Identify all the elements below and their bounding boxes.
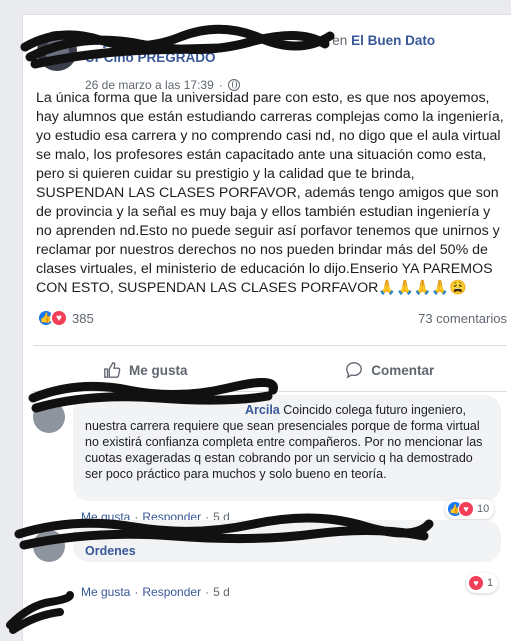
divider <box>33 391 507 392</box>
love-reaction-icon: ♥ <box>458 501 474 517</box>
comment-icon <box>346 362 363 379</box>
comment-actions: Me gusta · Responder · 5 d <box>81 585 230 599</box>
post-actions: Me gusta Comentar <box>23 353 511 387</box>
like-label: Me gusta <box>128 362 188 378</box>
reaction-count[interactable]: 385 <box>72 311 94 326</box>
comment-button[interactable]: Comentar <box>268 353 511 387</box>
comment-reaction-count: 10 <box>477 503 490 515</box>
author-avatar[interactable] <box>37 31 77 71</box>
comment-bubble: Ordenes <box>73 520 501 562</box>
divider <box>33 345 507 346</box>
comment-like-link[interactable]: Me gusta <box>81 585 130 599</box>
in-label: en <box>332 33 348 48</box>
comment-reply-link[interactable]: Responder <box>142 585 201 599</box>
author-name[interactable]: Nay <box>85 33 110 48</box>
comment-reaction-count: 1 <box>487 577 494 589</box>
comment-reactions[interactable]: 👍 ♥ 10 <box>445 499 495 519</box>
love-reaction-icon: ♥ <box>468 575 484 591</box>
post-card: Nay en El Buen Dato UPCino PREGRADO 26 d… <box>22 14 511 641</box>
love-reaction-icon[interactable]: ♥ <box>50 309 68 327</box>
group-name-line2[interactable]: UPCino PREGRADO <box>85 50 216 65</box>
author-line: Nay en El Buen Dato UPCino PREGRADO <box>85 32 505 66</box>
thumbs-up-icon <box>104 362 121 378</box>
like-button[interactable]: Me gusta <box>23 353 268 387</box>
group-name[interactable]: El Buen Dato <box>351 33 435 48</box>
comment-avatar[interactable] <box>33 401 65 433</box>
comment-item: Arcila Coincido colega futuro ingeniero,… <box>33 395 508 525</box>
comment-bubble: Arcila Coincido colega futuro ingeniero,… <box>73 395 501 501</box>
comment-author[interactable]: Arcila <box>245 403 280 417</box>
post-text: La única forma que la universidad pare c… <box>36 90 504 296</box>
comment-reactions[interactable]: ♥ 1 <box>466 573 499 593</box>
comments-count[interactable]: 73 comentarios <box>418 311 507 326</box>
comment-label: Comentar <box>371 362 435 378</box>
comment-time[interactable]: 5 d <box>213 585 230 599</box>
comment-avatar[interactable] <box>33 530 65 562</box>
post-header: Nay en El Buen Dato UPCino PREGRADO 26 d… <box>37 27 507 92</box>
comment-author[interactable]: Ordenes <box>85 543 136 559</box>
comment-text: Coincido colega futuro ingeniero, nuestr… <box>85 403 483 481</box>
comment-item: Ordenes ♥ 1 Me gusta · Responder · 5 d <box>33 520 508 610</box>
reactions-bar: 👍 ♥ 385 73 comentarios <box>37 307 507 329</box>
